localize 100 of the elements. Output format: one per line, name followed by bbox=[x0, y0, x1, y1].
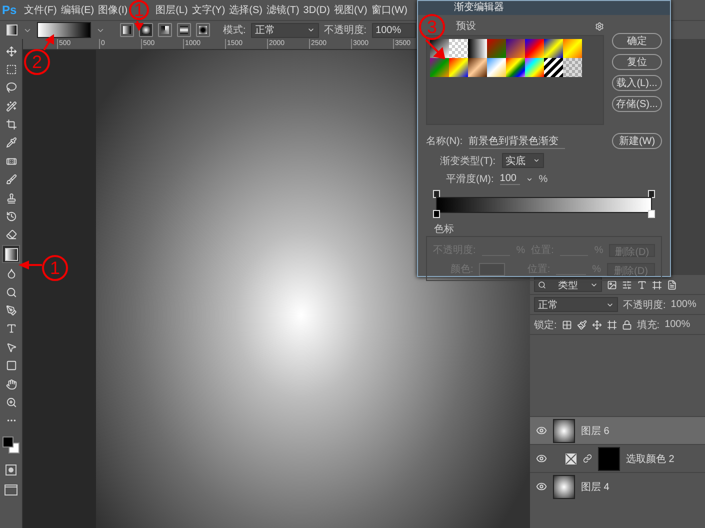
gradient-preset[interactable] bbox=[506, 58, 525, 77]
gradient-preset[interactable] bbox=[449, 58, 468, 77]
color-stop[interactable] bbox=[648, 210, 655, 218]
eraser-icon bbox=[6, 229, 16, 240]
stops-group-label: 色标 bbox=[434, 222, 455, 236]
color-swatches-icon[interactable] bbox=[2, 435, 20, 456]
annotation-number: 3 bbox=[419, 14, 445, 40]
blend-mode-select[interactable]: 正常 bbox=[534, 297, 618, 312]
layer-thumbnail bbox=[553, 418, 575, 442]
opacity-stop[interactable] bbox=[648, 190, 655, 198]
type-icon[interactable] bbox=[637, 280, 647, 290]
checker-icon[interactable] bbox=[562, 320, 572, 330]
menu-item[interactable]: 窗口(W) bbox=[371, 3, 408, 17]
screen-mode-icon[interactable] bbox=[4, 484, 18, 496]
eye-icon[interactable] bbox=[536, 481, 547, 492]
chain-icon bbox=[583, 454, 592, 463]
new-button[interactable]: 新建(W) bbox=[612, 133, 662, 149]
settings-icon[interactable] bbox=[595, 22, 604, 30]
gradient-style-button[interactable] bbox=[196, 23, 210, 37]
gradient-style-button[interactable] bbox=[177, 23, 191, 37]
gradient-preset[interactable] bbox=[468, 39, 487, 58]
dialog-button[interactable]: 确定 bbox=[612, 33, 662, 49]
opacity-stop[interactable] bbox=[433, 190, 440, 198]
bandage-icon bbox=[6, 156, 16, 167]
menu-item[interactable]: 文件(F) bbox=[24, 3, 57, 17]
eyedropper-icon bbox=[6, 137, 16, 148]
brush-icon bbox=[6, 174, 16, 186]
gradient-style-button[interactable] bbox=[158, 23, 172, 37]
unit-label: % bbox=[516, 244, 526, 256]
rectangle-icon bbox=[6, 360, 16, 372]
layer-thumbnail bbox=[553, 474, 575, 498]
gradient-tool-icon[interactable] bbox=[6, 24, 18, 36]
brush-icon[interactable] bbox=[576, 320, 587, 330]
color-field[interactable] bbox=[479, 262, 506, 276]
menu-item[interactable]: 滤镜(T) bbox=[266, 3, 300, 17]
droplet-icon bbox=[6, 268, 16, 280]
dialog-button[interactable]: 存储(S)... bbox=[612, 96, 662, 112]
frame-icon[interactable] bbox=[652, 280, 662, 290]
layer-name: 图层 4 bbox=[581, 480, 610, 494]
app-logo[interactable]: Ps bbox=[2, 3, 20, 17]
gradient-swatch[interactable] bbox=[37, 22, 91, 38]
layer-row[interactable]: 选取颜色 2 bbox=[530, 444, 705, 472]
layer-row[interactable]: 图层 4 bbox=[530, 472, 705, 500]
gradient-style-button[interactable] bbox=[120, 23, 134, 37]
gradient-preset[interactable] bbox=[544, 58, 563, 77]
menu-item[interactable]: 图层(L) bbox=[156, 3, 188, 17]
opacity-field[interactable]: 100% bbox=[372, 22, 416, 38]
gradient-bar[interactable] bbox=[436, 197, 652, 213]
menu-item[interactable]: 图像(I) bbox=[98, 3, 128, 17]
eye-icon[interactable] bbox=[536, 453, 547, 464]
lock-icon[interactable] bbox=[622, 320, 632, 330]
dialog-button[interactable]: 载入(L)... bbox=[612, 75, 662, 91]
image-icon[interactable] bbox=[607, 280, 617, 290]
menu-item[interactable]: 选择(S) bbox=[229, 3, 262, 17]
opacity-value[interactable]: 100% bbox=[670, 299, 696, 310]
lock-label: 锁定: bbox=[534, 318, 557, 332]
adjustment-icon bbox=[565, 452, 577, 464]
hand-icon bbox=[6, 378, 16, 390]
gradient-preset[interactable] bbox=[525, 39, 544, 58]
zoom-icon bbox=[6, 396, 16, 408]
fill-value[interactable]: 100% bbox=[664, 319, 690, 330]
layer-row[interactable]: 图层 6 bbox=[530, 416, 705, 444]
caret-icon bbox=[306, 26, 315, 34]
caret-icon[interactable] bbox=[526, 176, 533, 182]
percent-label: % bbox=[538, 174, 548, 184]
type-select[interactable]: 实底 bbox=[502, 153, 544, 168]
smoothness-field[interactable]: 100 bbox=[500, 173, 520, 185]
color-stop[interactable] bbox=[433, 210, 440, 218]
menu-item[interactable]: 视图(V) bbox=[334, 3, 368, 17]
mode-select[interactable]: 正常 bbox=[250, 22, 319, 38]
menu-item[interactable]: 3D(D) bbox=[303, 4, 330, 16]
annotation-number: 1 bbox=[42, 255, 68, 281]
menu-item[interactable]: 文字(Y) bbox=[192, 3, 226, 17]
stamp-icon bbox=[6, 192, 16, 204]
pointer-icon bbox=[6, 342, 16, 353]
unit-label: % bbox=[592, 264, 601, 274]
name-field[interactable]: 前景色到背景色渐变 bbox=[468, 134, 565, 148]
document-icon[interactable] bbox=[667, 280, 677, 290]
gradient-icon bbox=[4, 248, 18, 261]
name-label: 名称(N): bbox=[426, 135, 463, 148]
annotation-arrow bbox=[135, 21, 143, 29]
crop-icon bbox=[6, 119, 16, 130]
dialog-button[interactable]: 复位 bbox=[612, 54, 662, 70]
move-icon[interactable] bbox=[592, 320, 602, 330]
annotation-arrow bbox=[44, 36, 54, 50]
gradient-preset[interactable] bbox=[544, 39, 563, 58]
opacity-label: 不透明度: bbox=[623, 298, 666, 312]
smoothness-label: 平滑度(M): bbox=[446, 172, 494, 186]
frame-icon[interactable] bbox=[606, 320, 617, 330]
annotation-arrow bbox=[20, 262, 42, 268]
fill-label: 填充: bbox=[636, 318, 660, 332]
gradient-preset[interactable] bbox=[468, 58, 487, 77]
gradient-tool[interactable] bbox=[2, 245, 20, 264]
marquee-icon bbox=[6, 64, 16, 75]
sliders-icon[interactable] bbox=[622, 280, 632, 290]
quick-mask-icon[interactable] bbox=[5, 464, 17, 476]
caret-icon bbox=[532, 157, 540, 164]
eye-icon[interactable] bbox=[536, 425, 547, 436]
menu-item[interactable]: 编辑(E) bbox=[60, 3, 94, 17]
mode-label: 模式: bbox=[223, 24, 246, 37]
